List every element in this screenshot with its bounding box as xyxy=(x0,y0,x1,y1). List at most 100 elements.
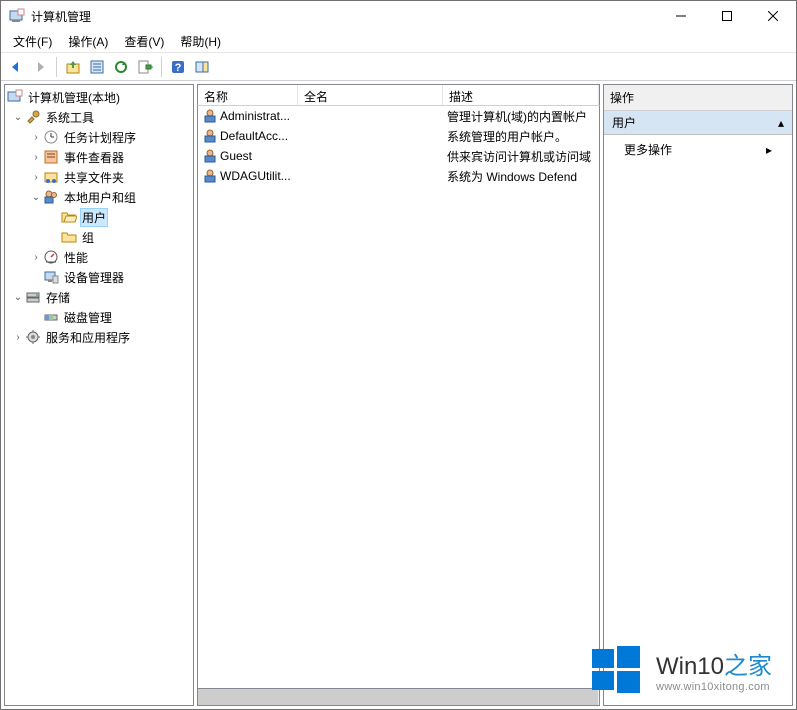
tree-services[interactable]: › 服务和应用程序 xyxy=(7,327,191,347)
app-icon xyxy=(9,8,25,24)
list-row[interactable]: Administrat... 管理计算机(域)的内置帐户 xyxy=(198,106,599,126)
tree-devmgr[interactable]: 设备管理器 xyxy=(7,267,191,287)
list-header: 名称 全名 描述 xyxy=(197,84,600,106)
tree-pane[interactable]: 计算机管理(本地) ⌄ 系统工具 › 任务计划程序 › 事件查看器 xyxy=(4,84,194,706)
col-name[interactable]: 名称 xyxy=(198,85,298,105)
svg-text:?: ? xyxy=(175,62,182,74)
col-desc[interactable]: 描述 xyxy=(443,85,599,105)
tree-label: 存储 xyxy=(44,288,72,307)
actions-group[interactable]: 用户 ▴ xyxy=(604,111,792,135)
event-icon xyxy=(43,149,59,165)
tree-groups[interactable]: 组 xyxy=(7,227,191,247)
menu-view[interactable]: 查看(V) xyxy=(116,31,172,52)
actions-header: 操作 xyxy=(604,85,792,111)
list-pane: 名称 全名 描述 Administrat...管理计算机(域)的内置帐户Defa… xyxy=(197,84,600,706)
menu-action[interactable]: 操作(A) xyxy=(60,31,116,52)
tree-scheduler[interactable]: › 任务计划程序 xyxy=(7,127,191,147)
expand-icon[interactable]: › xyxy=(29,172,43,183)
expand-icon[interactable]: › xyxy=(29,132,43,143)
clock-icon xyxy=(43,129,59,145)
cell-name: WDAGUtilit... xyxy=(220,169,291,183)
tree-label: 系统工具 xyxy=(44,108,96,127)
toolbar-sep xyxy=(161,57,162,77)
list-row[interactable]: WDAGUtilit... 系统为 Windows Defend xyxy=(198,166,599,186)
minimize-button[interactable] xyxy=(658,1,704,31)
users-groups-icon xyxy=(43,189,59,205)
cell-name: Guest xyxy=(220,149,252,163)
list-body[interactable]: Administrat...管理计算机(域)的内置帐户DefaultAcc...… xyxy=(197,106,600,689)
toolbar: ? xyxy=(1,53,796,81)
actions-more[interactable]: 更多操作 ▸ xyxy=(604,135,792,164)
cell-desc: 系统管理的用户帐户。 xyxy=(443,127,599,146)
performance-icon xyxy=(43,249,59,265)
disk-mgr-icon xyxy=(43,309,59,325)
computer-mgmt-icon xyxy=(7,89,23,105)
col-fullname[interactable]: 全名 xyxy=(298,85,443,105)
actions-group-label: 用户 xyxy=(612,114,636,131)
cell-name: Administrat... xyxy=(220,109,290,123)
toolbar-sep xyxy=(56,57,57,77)
cell-fullname xyxy=(298,175,443,177)
actions-pane: 操作 用户 ▴ 更多操作 ▸ xyxy=(603,84,793,706)
list-row[interactable]: DefaultAcc... 系统管理的用户帐户。 xyxy=(198,126,599,146)
tree-systools[interactable]: ⌄ 系统工具 xyxy=(7,107,191,127)
forward-button[interactable] xyxy=(29,56,51,78)
cell-desc: 系统为 Windows Defend xyxy=(443,167,599,186)
scrollbar-thumb[interactable] xyxy=(198,689,598,705)
cell-fullname xyxy=(298,155,443,157)
help-button[interactable]: ? xyxy=(167,56,189,78)
tree-localusers[interactable]: ⌄ 本地用户和组 xyxy=(7,187,191,207)
cell-desc: 供来宾访问计算机或访问域 xyxy=(443,147,599,166)
list-row[interactable]: Guest 供来宾访问计算机或访问域 xyxy=(198,146,599,166)
export-button[interactable] xyxy=(134,56,156,78)
user-icon xyxy=(202,128,218,144)
menubar: 文件(F) 操作(A) 查看(V) 帮助(H) xyxy=(1,31,796,53)
cell-name: DefaultAcc... xyxy=(220,129,288,143)
close-button[interactable] xyxy=(750,1,796,31)
up-button[interactable] xyxy=(62,56,84,78)
cell-desc: 管理计算机(域)的内置帐户 xyxy=(443,107,599,126)
tree-root[interactable]: 计算机管理(本地) xyxy=(7,87,191,107)
cell-fullname xyxy=(298,115,443,117)
menu-file[interactable]: 文件(F) xyxy=(5,31,60,52)
refresh-button[interactable] xyxy=(110,56,132,78)
services-icon xyxy=(25,329,41,345)
watermark-brand: Win10之家 xyxy=(656,646,772,681)
cell-fullname xyxy=(298,135,443,137)
shared-folder-icon xyxy=(43,169,59,185)
user-icon xyxy=(202,148,218,164)
properties-button[interactable] xyxy=(86,56,108,78)
horizontal-scrollbar[interactable] xyxy=(197,689,600,706)
triangle-up-icon: ▴ xyxy=(778,116,784,130)
expand-icon[interactable]: › xyxy=(11,332,25,343)
maximize-button[interactable] xyxy=(704,1,750,31)
tools-icon xyxy=(25,109,41,125)
triangle-right-icon: ▸ xyxy=(766,143,772,157)
tree-users[interactable]: 用户 xyxy=(7,207,191,227)
device-mgr-icon xyxy=(43,269,59,285)
show-hide-pane-button[interactable] xyxy=(191,56,213,78)
expand-icon[interactable]: › xyxy=(29,252,43,263)
tree-storage[interactable]: ⌄ 存储 xyxy=(7,287,191,307)
back-button[interactable] xyxy=(5,56,27,78)
tree-label: 磁盘管理 xyxy=(62,308,114,327)
tree-diskmgr[interactable]: 磁盘管理 xyxy=(7,307,191,327)
user-icon xyxy=(202,108,218,124)
tree-label: 组 xyxy=(80,228,96,247)
tree-label: 本地用户和组 xyxy=(62,188,138,207)
tree-eventviewer[interactable]: › 事件查看器 xyxy=(7,147,191,167)
collapse-icon[interactable]: ⌄ xyxy=(29,192,43,203)
expand-icon[interactable]: › xyxy=(29,152,43,163)
window-title: 计算机管理 xyxy=(31,8,658,25)
folder-open-icon xyxy=(61,209,77,225)
collapse-icon[interactable]: ⌄ xyxy=(11,112,25,123)
collapse-icon[interactable]: ⌄ xyxy=(11,292,25,303)
tree-perf[interactable]: › 性能 xyxy=(7,247,191,267)
tree-shared[interactable]: › 共享文件夹 xyxy=(7,167,191,187)
menu-help[interactable]: 帮助(H) xyxy=(172,31,229,52)
actions-more-label: 更多操作 xyxy=(624,141,672,158)
tree-label: 计算机管理(本地) xyxy=(26,88,122,107)
windows-logo-icon xyxy=(590,643,642,695)
storage-icon xyxy=(25,289,41,305)
tree-label: 事件查看器 xyxy=(62,148,126,167)
